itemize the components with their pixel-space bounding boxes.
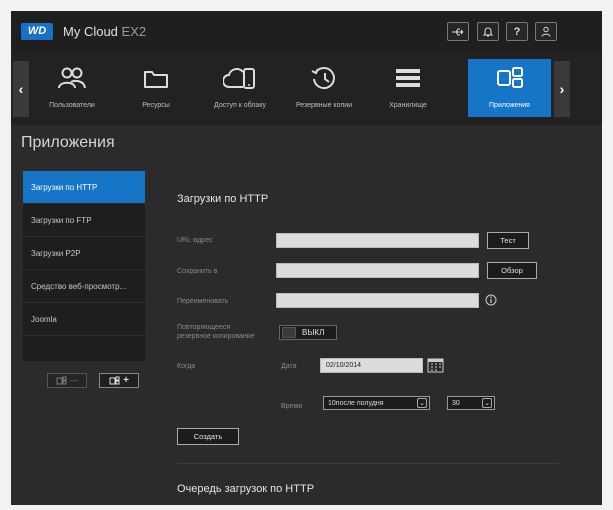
add-app-button[interactable]: + — [99, 373, 139, 388]
nav-label-shares: Ресурсы — [142, 102, 170, 109]
nav-next-button[interactable]: › — [554, 61, 570, 117]
date-label: Дата — [281, 363, 297, 370]
nav-label-users: Пользователи — [49, 102, 95, 109]
time-label: Время — [281, 403, 303, 410]
top-bar: WD My Cloud EX2 ? — [11, 11, 602, 51]
user-button[interactable] — [535, 22, 557, 41]
nav-prev-button[interactable]: ‹ — [13, 61, 29, 117]
app-title: My Cloud EX2 — [63, 24, 146, 39]
recurring-label: Повторяющееся резервное копирование — [177, 323, 255, 341]
user-icon — [541, 26, 551, 37]
nav-label-storage: Хранилище — [389, 102, 427, 109]
main-nav: ‹ Пользователи Ресурсы Доступ к облаку Р… — [11, 51, 602, 125]
hour-select[interactable]: 10после полудня ⌄ — [323, 396, 430, 410]
app-name: My Cloud — [63, 24, 118, 39]
browse-button[interactable]: Обзор — [487, 262, 537, 279]
nav-item-backups[interactable]: Резервные копии — [283, 59, 365, 117]
toggle-state: ВЫКЛ — [302, 328, 325, 337]
when-label: Когда — [177, 363, 196, 370]
sidebar-item-http-downloads[interactable]: Загрузки по HTTP — [23, 171, 145, 204]
wd-logo: WD — [21, 23, 53, 40]
section-title: Загрузки по HTTP — [177, 193, 269, 205]
folder-icon — [144, 71, 168, 88]
remove-label: — — [70, 376, 78, 385]
sidebar-item-p2p-downloads[interactable]: Загрузки P2P — [23, 237, 145, 270]
nav-label-cloud-access: Доступ к облаку — [214, 102, 266, 109]
app-window: WD My Cloud EX2 ? ‹ Пользователи Ресурсы… — [11, 11, 602, 505]
minute-value: 30 — [452, 399, 460, 407]
chevron-down-icon: ⌄ — [417, 398, 427, 408]
sidebar-item-web-file-viewer[interactable]: Средство веб-просмотр... — [23, 270, 145, 303]
app-add-icon — [109, 376, 120, 385]
sidebar-item-joomla[interactable]: Joomla — [23, 303, 145, 336]
save-to-label: Сохранить в — [177, 268, 218, 275]
nav-label-apps: Приложения — [489, 102, 530, 109]
create-button[interactable]: Создать — [177, 428, 239, 445]
nav-item-storage[interactable]: Хранилище — [367, 59, 449, 117]
backup-clock-icon — [311, 67, 335, 90]
page-title: Приложения — [21, 134, 115, 151]
section-divider — [177, 463, 559, 464]
help-button[interactable]: ? — [506, 22, 528, 41]
users-icon — [58, 67, 86, 89]
nav-item-users[interactable]: Пользователи — [31, 59, 113, 117]
recurring-label-line-2: резервное копирование — [177, 333, 255, 340]
queue-title: Очередь загрузок по HTTP — [177, 483, 315, 495]
remove-app-button[interactable]: — — [47, 373, 87, 388]
calendar-icon[interactable] — [427, 356, 444, 373]
date-input[interactable] — [320, 358, 423, 373]
app-remove-icon — [56, 376, 67, 385]
rename-input[interactable] — [276, 293, 479, 308]
nav-item-cloud-access[interactable]: Доступ к облаку — [199, 59, 281, 117]
usb-icon — [452, 28, 464, 35]
apps-icon — [496, 67, 523, 88]
usb-button[interactable] — [447, 22, 469, 41]
recurring-label-line-1: Повторяющееся — [177, 324, 231, 331]
app-model: EX2 — [121, 24, 147, 39]
sidebar-item-ftp-downloads[interactable]: Загрузки по FTP — [23, 204, 145, 237]
apps-sidebar: Загрузки по HTTP Загрузки по FTP Загрузк… — [23, 171, 145, 361]
url-label: URL-адрес — [177, 237, 213, 244]
test-button[interactable]: Тест — [487, 232, 529, 249]
save-to-input[interactable] — [276, 263, 479, 278]
recurring-toggle[interactable]: ВЫКЛ — [279, 325, 337, 340]
add-label: + — [123, 375, 129, 386]
url-input[interactable] — [276, 233, 479, 248]
toggle-knob — [282, 327, 296, 338]
nav-item-apps[interactable]: Приложения — [468, 59, 551, 117]
info-icon[interactable] — [485, 294, 497, 306]
http-downloads-panel: Загрузки по HTTP URL-адрес Тест Сохранит… — [155, 171, 601, 505]
cloud-access-icon — [223, 68, 255, 89]
hour-value: 10после полудня — [328, 399, 384, 407]
storage-icon — [396, 69, 420, 87]
rename-label: Переименовать — [177, 298, 229, 305]
bell-icon — [483, 27, 493, 37]
chevron-down-icon: ⌄ — [482, 398, 492, 408]
nav-item-shares[interactable]: Ресурсы — [115, 59, 197, 117]
nav-label-backups: Резервные копии — [295, 102, 353, 109]
minute-select[interactable]: 30 ⌄ — [447, 396, 495, 410]
notifications-button[interactable] — [477, 22, 499, 41]
